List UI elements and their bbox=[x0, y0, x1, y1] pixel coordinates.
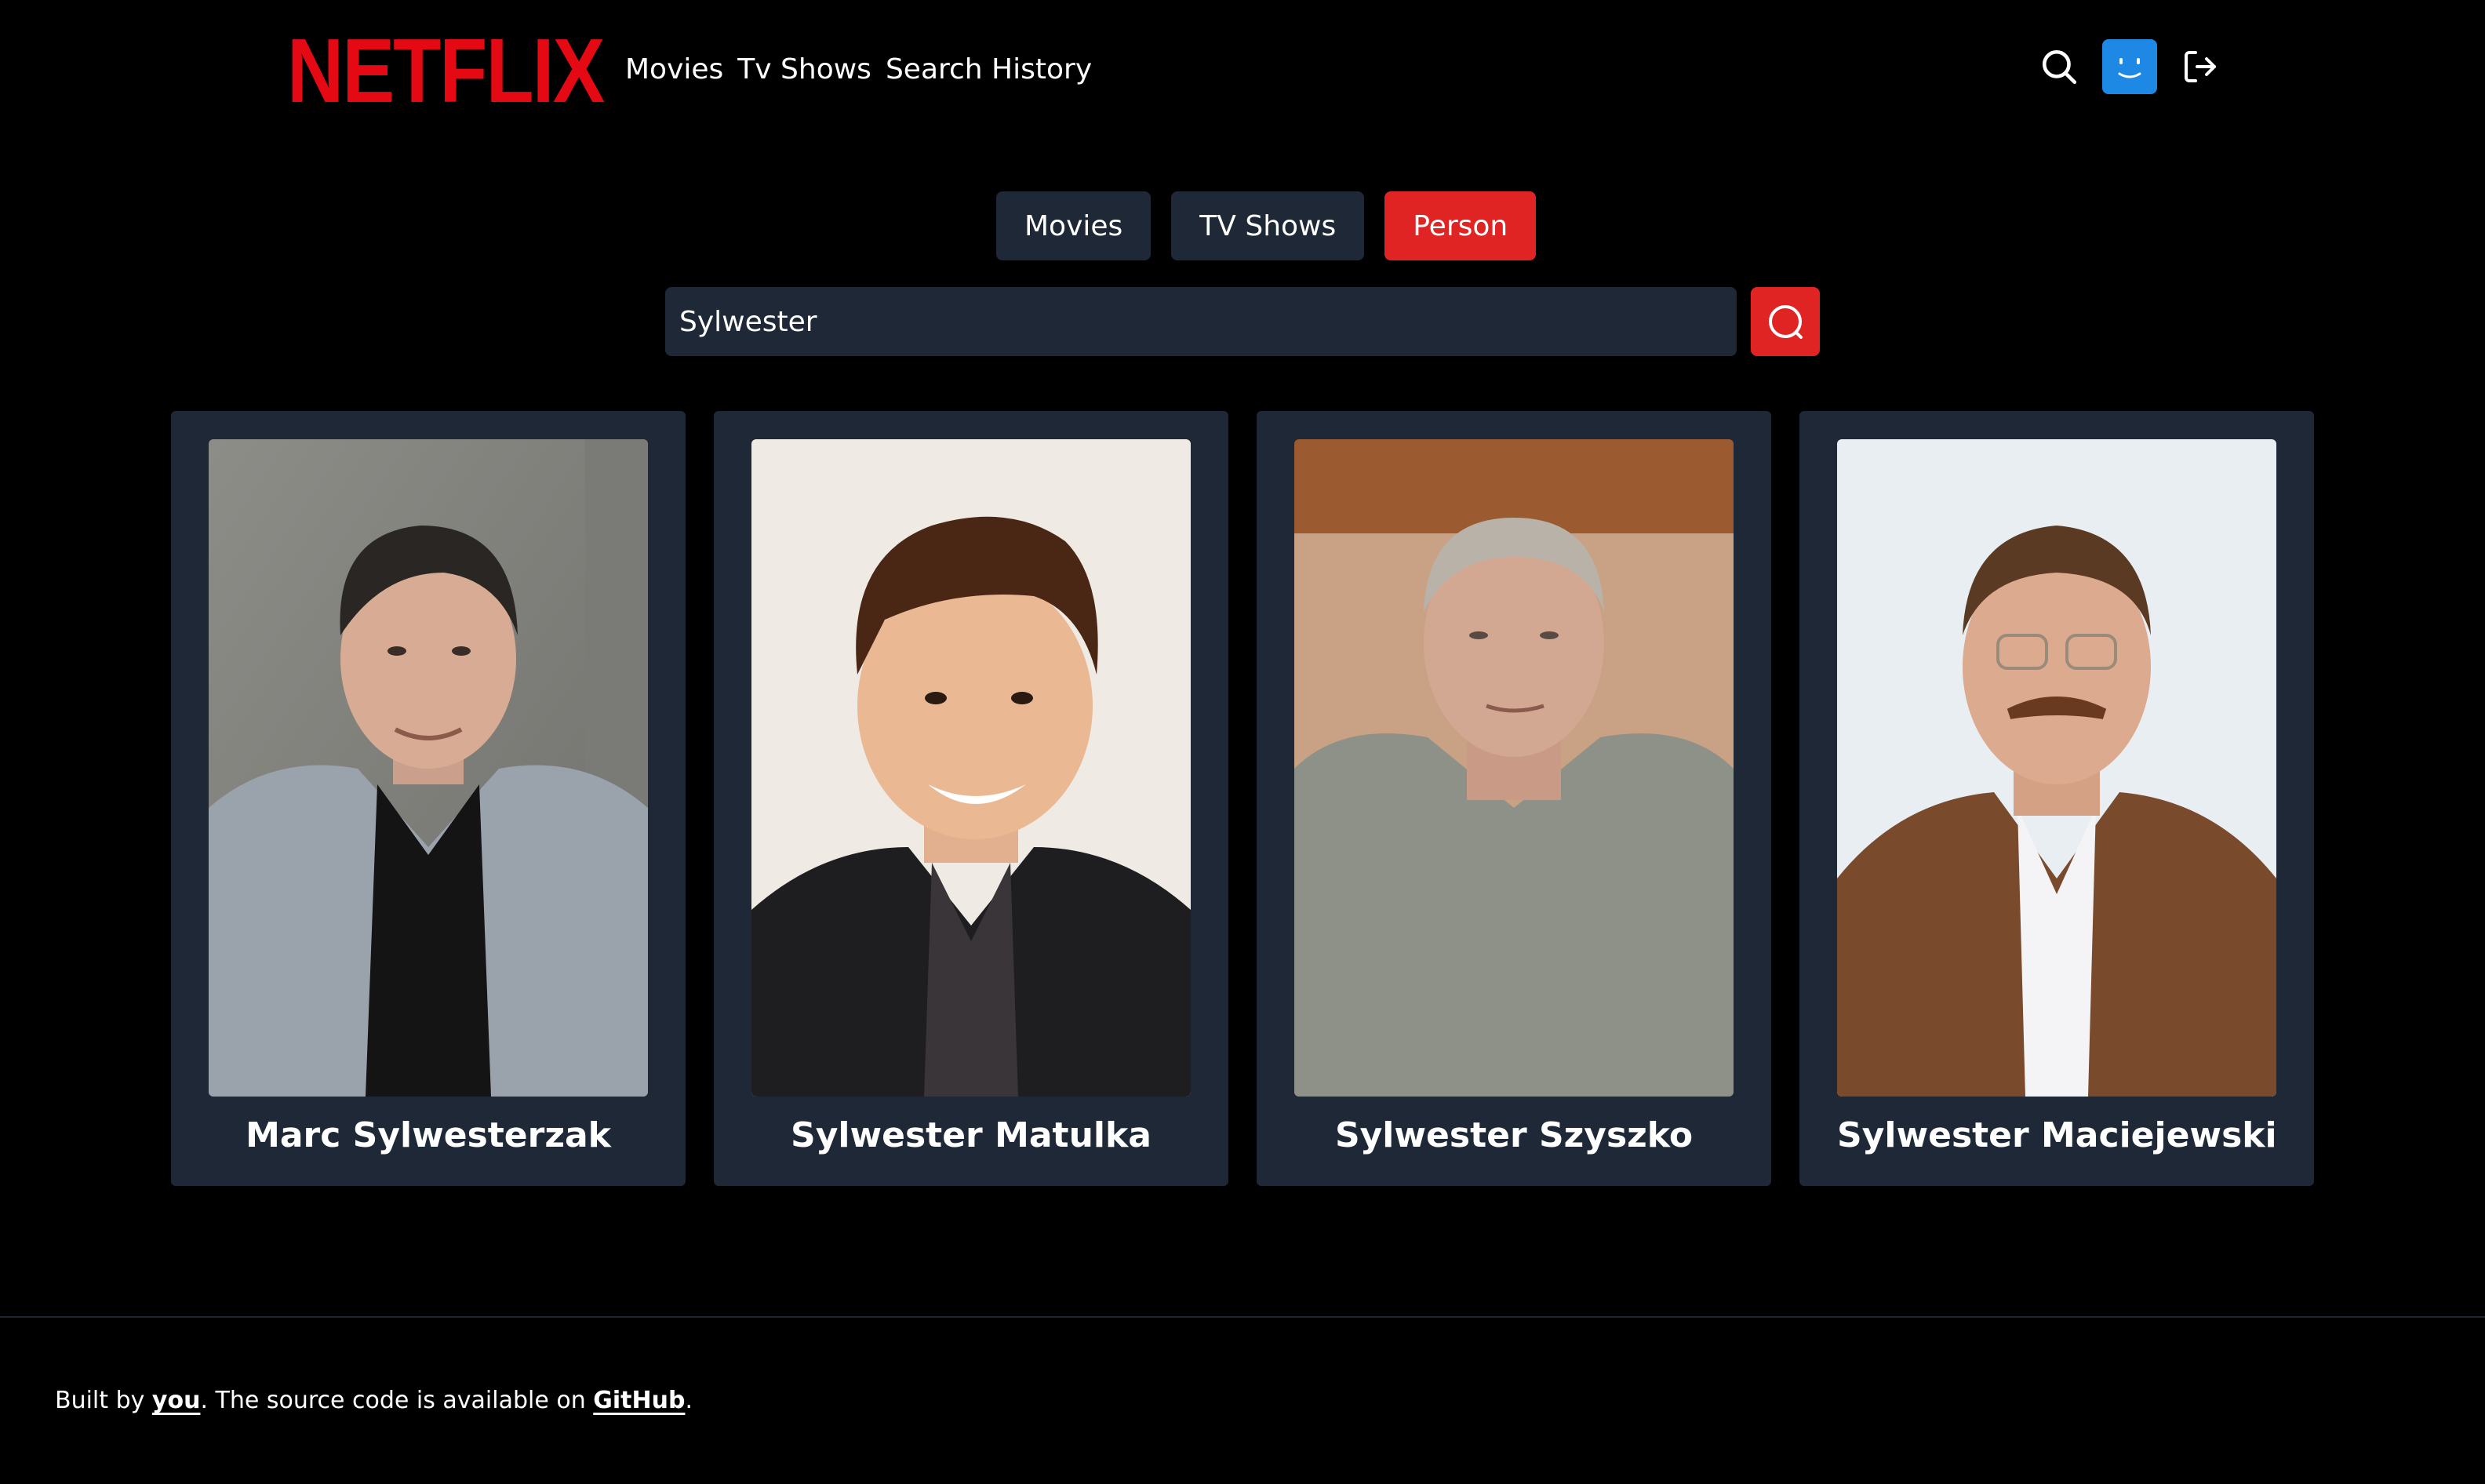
footer-middle: . The source code is available on bbox=[200, 1387, 594, 1414]
person-name: Sylwester Matulka bbox=[791, 1115, 1152, 1155]
nav-movies[interactable]: Movies bbox=[625, 52, 723, 88]
footer-github-link[interactable]: GitHub bbox=[593, 1387, 685, 1414]
person-card[interactable]: Marc Sylwesterzak bbox=[171, 411, 686, 1186]
person-card[interactable]: Sylwester Szyszko bbox=[1257, 411, 1771, 1186]
person-name: Sylwester Maciejewski bbox=[1837, 1115, 2277, 1155]
search-type-tabs: Movies TV Shows Person bbox=[996, 191, 1537, 260]
footer-divider bbox=[0, 1316, 2485, 1318]
footer-author-link[interactable]: you bbox=[152, 1387, 201, 1414]
person-results: Marc Sylwesterzak Sylwester Matulka Sylw… bbox=[171, 411, 2314, 1186]
tab-person[interactable]: Person bbox=[1384, 191, 1537, 260]
footer-suffix: . bbox=[685, 1387, 693, 1414]
profile-avatar-icon[interactable] bbox=[2102, 39, 2157, 94]
netflix-logo[interactable]: NETFLIX bbox=[287, 25, 605, 116]
footer-prefix: Built by bbox=[55, 1387, 152, 1414]
logout-icon[interactable] bbox=[2179, 43, 2221, 90]
tab-movies[interactable]: Movies bbox=[996, 191, 1152, 260]
nav-tv-shows[interactable]: Tv Shows bbox=[737, 52, 871, 88]
tab-tv-shows[interactable]: TV Shows bbox=[1171, 191, 1365, 260]
person-card[interactable]: Sylwester Matulka bbox=[714, 411, 1228, 1186]
page: NETFLIX Movies Tv Shows Search History M… bbox=[0, 0, 2485, 1484]
search-icon bbox=[1769, 305, 1803, 339]
footer: Built by you. The source code is availab… bbox=[55, 1385, 693, 1417]
person-photo bbox=[209, 439, 648, 1097]
person-photo bbox=[1294, 439, 1734, 1097]
person-name: Marc Sylwesterzak bbox=[246, 1115, 611, 1155]
header-actions bbox=[2038, 39, 2221, 94]
person-card[interactable]: Sylwester Maciejewski bbox=[1799, 411, 2314, 1186]
search-button[interactable] bbox=[1751, 287, 1820, 356]
search-input[interactable] bbox=[665, 287, 1737, 356]
nav-search-history[interactable]: Search History bbox=[886, 52, 1092, 88]
person-photo bbox=[1837, 439, 2276, 1097]
search-icon[interactable] bbox=[2038, 43, 2080, 90]
person-name: Sylwester Szyszko bbox=[1334, 1115, 1694, 1155]
main-nav: Movies Tv Shows Search History bbox=[625, 52, 1092, 88]
person-photo bbox=[751, 439, 1191, 1097]
